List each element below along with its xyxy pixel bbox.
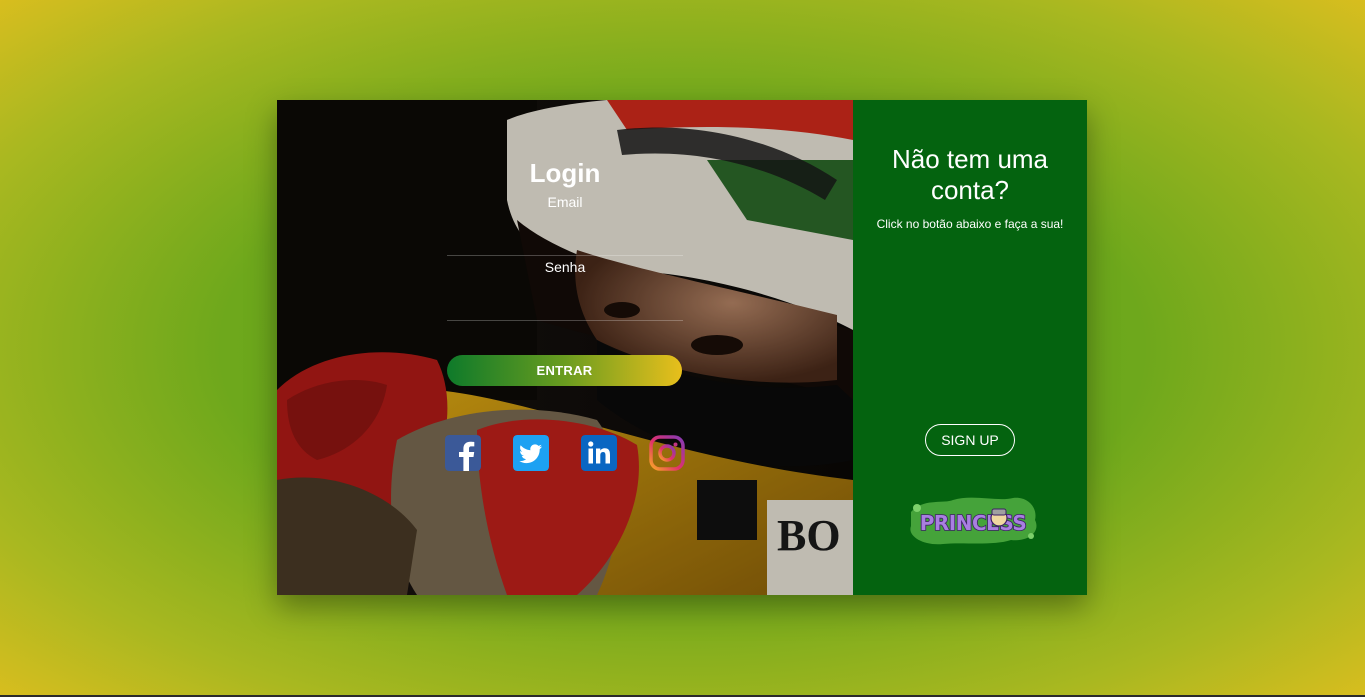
password-field-group: Senha [447, 256, 683, 321]
password-label: Senha [544, 259, 586, 275]
email-input[interactable] [447, 226, 683, 256]
email-field-group: Email [447, 191, 683, 256]
login-card: BO Login Email Senha ENTRAR Não tem uma … [277, 100, 1087, 595]
linkedin-icon[interactable] [581, 435, 617, 471]
social-links [445, 435, 685, 473]
login-title: Login [529, 158, 601, 188]
photo-panel: BO Login Email Senha ENTRAR [277, 100, 853, 595]
password-input[interactable] [447, 291, 683, 321]
entrar-button[interactable]: ENTRAR [447, 355, 682, 386]
princess-logo: PRINCESS [910, 497, 1037, 545]
signup-text: Click no botão abaixo e faça a sua! [876, 217, 1064, 231]
signup-button[interactable]: SIGN UP [925, 424, 1015, 456]
login-form: Login Email Senha ENTRAR [447, 155, 683, 386]
signup-title: Não tem uma conta? [891, 144, 1049, 205]
instagram-icon[interactable] [649, 435, 685, 471]
email-label: Email [547, 194, 583, 210]
logo-text: PRINCESS [920, 511, 1027, 535]
twitter-icon[interactable] [513, 435, 549, 471]
signup-panel: Não tem uma conta? Click no botão abaixo… [853, 100, 1087, 595]
facebook-icon[interactable] [445, 435, 481, 471]
